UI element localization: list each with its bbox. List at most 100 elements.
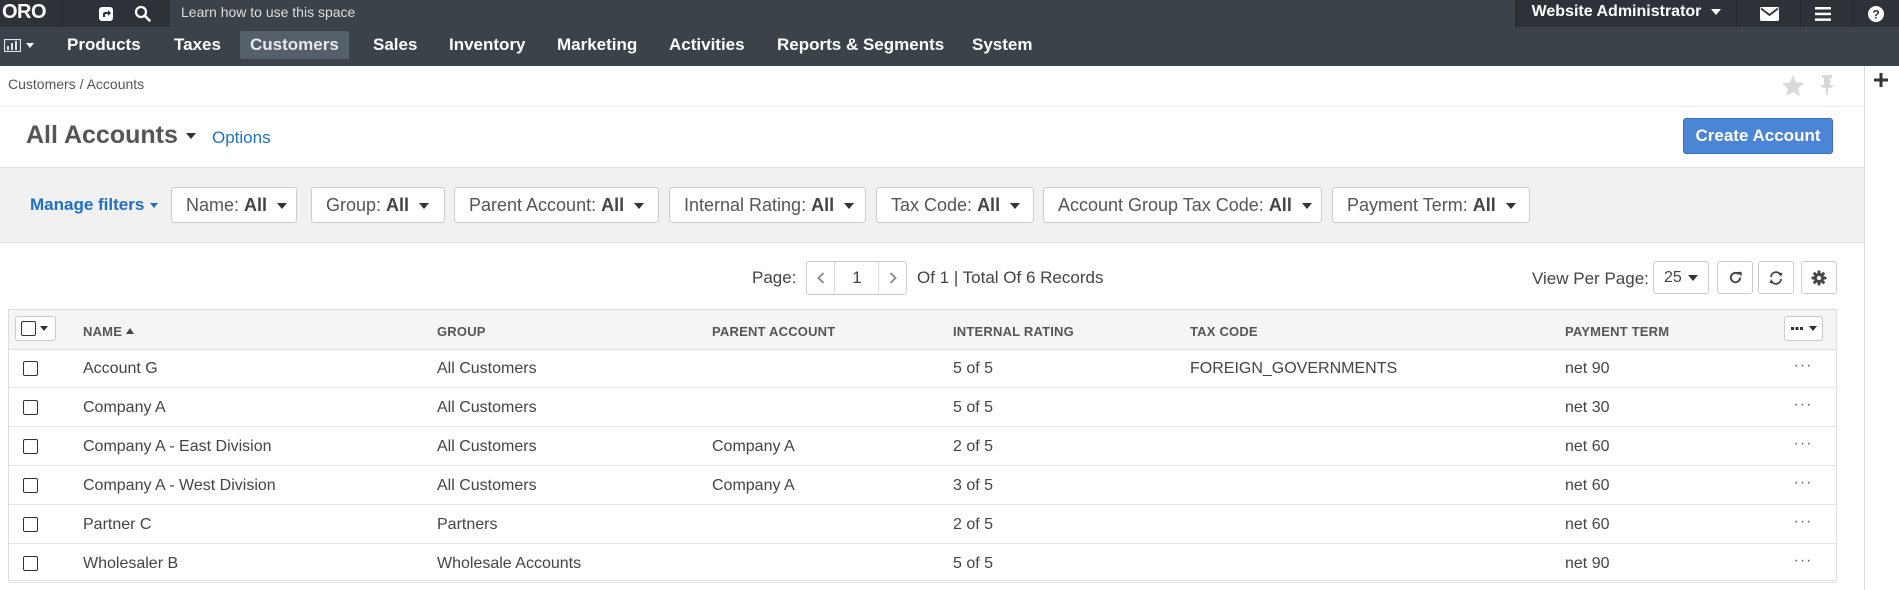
menu-item-products[interactable]: Products [57,31,151,59]
filter-label: Tax Code: [891,195,973,215]
filter-account-group-tax-code[interactable]: Account Group Tax Code: All [1043,187,1322,223]
filter-label: Name: [186,195,240,215]
options-link[interactable]: Options [212,128,271,148]
user-menu[interactable]: Website Administrator [1516,0,1736,27]
filter-value: All [244,195,268,215]
bar-chart-icon [4,38,21,52]
cell-payment-term: net 90 [1565,555,1610,572]
row-actions-button[interactable]: ··· [1788,434,1818,458]
chevron-down-icon [419,203,430,210]
breadcrumb-current: Accounts [86,76,145,92]
column-header-group[interactable]: Group [437,324,486,339]
filter-parent-account[interactable]: Parent Account: All [454,187,659,223]
cell-parent-account: Company A [712,477,795,494]
row-checkbox[interactable] [23,478,38,493]
menu-item-customers[interactable]: Customers [240,31,349,59]
row-actions-button[interactable]: ··· [1788,473,1818,497]
create-account-button[interactable]: Create Account [1683,118,1833,154]
filter-group[interactable]: Group: All [311,187,445,223]
table-row[interactable]: Company A - West Division All Customers … [9,467,1836,505]
column-manager-button[interactable] [1784,316,1823,341]
filter-label: Payment Term: [1347,195,1468,215]
cell-group: Partners [437,516,498,533]
column-header-parent-account[interactable]: Parent Account [712,324,835,339]
filter-internal-rating[interactable]: Internal Rating: All [669,187,866,223]
menu-item-marketing[interactable]: Marketing [547,31,647,59]
page-number-input[interactable] [836,262,878,294]
row-actions-button[interactable]: ··· [1788,551,1818,575]
column-header-payment-term[interactable]: Payment Term [1565,324,1669,339]
reset-icon[interactable] [1758,261,1794,294]
select-all-checkbox[interactable] [21,321,36,336]
divider [0,106,1864,107]
table-row[interactable]: Company A All Customers 5 of 5 net 30 ··… [9,389,1836,427]
cell-tax-code: FOREIGN_GOVERNMENTS [1190,360,1398,377]
separator [1852,0,1853,27]
row-actions-button[interactable]: ··· [1788,395,1818,419]
breadcrumb-parent[interactable]: Customers [8,76,76,92]
help-icon[interactable]: ? [1862,0,1890,27]
column-header-internal-rating[interactable]: Internal Rating [953,324,1074,339]
separator [62,0,63,27]
column-header-name[interactable]: Name [83,324,135,339]
cell-internal-rating: 5 of 5 [953,555,994,572]
refresh-icon[interactable] [1717,261,1753,294]
star-icon[interactable] [1781,74,1805,100]
menu-item-reports-segments[interactable]: Reports & Segments [767,31,954,59]
pin-icon[interactable] [1818,74,1836,99]
view-per-page-value: 25 [1664,269,1682,286]
oro-logo[interactable]: ORO [0,0,47,27]
cell-group: All Customers [437,477,537,494]
filter-tax-code[interactable]: Tax Code: All [876,187,1034,223]
menu-item-taxes[interactable]: Taxes [164,31,231,59]
row-checkbox[interactable] [23,361,38,376]
cell-name: Wholesaler B [83,555,179,572]
cell-payment-term: net 90 [1565,360,1610,377]
table-row[interactable]: Wholesaler B Wholesale Accounts 5 of 5 n… [9,545,1836,583]
chevron-down-icon [844,203,855,210]
filter-payment-term[interactable]: Payment Term: All [1332,187,1530,223]
table-row[interactable]: Company A - East Division All Customers … [9,428,1836,466]
row-checkbox[interactable] [23,556,38,571]
search-icon[interactable] [130,0,154,27]
hamburger-icon[interactable] [1808,0,1838,27]
chevron-right-icon[interactable] [878,262,906,294]
manage-filters-button[interactable]: Manage filters [30,195,159,215]
page-title[interactable]: All Accounts [26,121,196,150]
share-icon[interactable] [94,0,118,27]
row-checkbox[interactable] [23,400,38,415]
cell-internal-rating: 2 of 5 [953,516,994,533]
help-text-bar[interactable]: Learn how to use this space [170,0,1515,27]
gear-icon[interactable] [1801,261,1837,294]
table-row[interactable]: Partner C Partners 2 of 5 net 60 ··· [9,506,1836,544]
view-per-page-select[interactable]: 25 [1653,261,1709,294]
pager-label: Page: [752,268,797,287]
plus-icon[interactable] [1874,73,1888,90]
filter-value: All [601,195,625,215]
main-menu: Products Taxes Customers Sales Inventory… [0,27,1899,66]
menu-item-system[interactable]: System [962,31,1042,59]
chevron-down-icon [150,203,159,209]
menu-item-activities[interactable]: Activities [659,31,755,59]
menu-item-sales[interactable]: Sales [363,31,427,59]
chevron-down-icon [1687,274,1698,281]
table-row[interactable]: Account G All Customers 5 of 5 FOREIGN_G… [9,350,1836,388]
cell-name: Account G [83,360,158,377]
chevron-down-icon [634,203,645,210]
filter-name[interactable]: Name: All [171,187,297,223]
column-header-tax-code[interactable]: Tax Code [1190,324,1258,339]
ellipsis-icon [1790,326,1803,330]
envelope-icon[interactable] [1752,0,1786,27]
row-actions-button[interactable]: ··· [1788,512,1818,536]
row-checkbox[interactable] [23,517,38,532]
cell-internal-rating: 5 of 5 [953,399,994,416]
dashboard-menu[interactable] [4,34,34,56]
cell-group: Wholesale Accounts [437,555,582,572]
pager [806,261,907,295]
mass-select-dropdown[interactable] [15,316,56,341]
menu-item-inventory[interactable]: Inventory [439,31,536,59]
chevron-left-icon[interactable] [807,262,835,294]
row-actions-button[interactable]: ··· [1788,356,1818,380]
cell-name: Company A [83,399,166,416]
row-checkbox[interactable] [23,439,38,454]
